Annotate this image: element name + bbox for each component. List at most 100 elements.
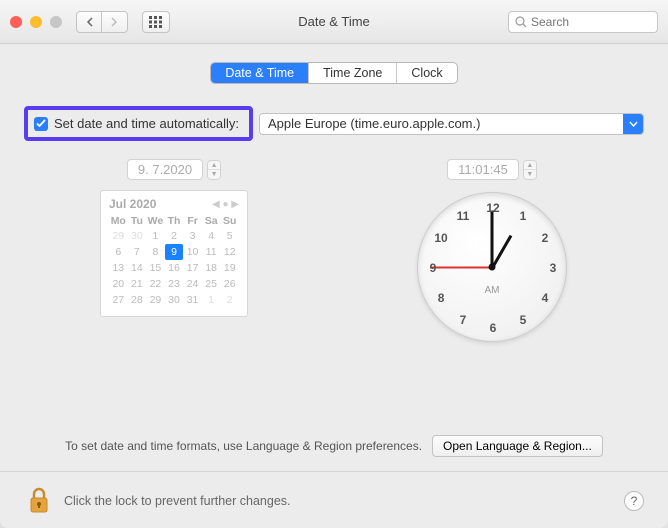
auto-highlight: Set date and time automatically: (24, 106, 253, 141)
zoom-button[interactable] (50, 16, 62, 28)
calendar-day[interactable]: 6 (109, 244, 128, 260)
auto-checkbox[interactable] (34, 117, 48, 131)
calendar-day[interactable]: 28 (128, 292, 147, 308)
calendar-day[interactable]: 21 (128, 276, 147, 292)
back-button[interactable] (76, 11, 102, 33)
calendar-day[interactable]: 22 (146, 276, 165, 292)
calendar-day[interactable]: 4 (202, 228, 221, 244)
calendar-nav[interactable]: ◀ ● ▶ (212, 199, 239, 210)
calendar-day[interactable]: 5 (220, 228, 239, 244)
date-stepper[interactable]: 9. 7.2020 ▲▼ (127, 159, 221, 180)
chevron-down-icon (623, 114, 643, 134)
calendar-day-other[interactable]: 30 (128, 228, 147, 244)
calendar-day[interactable]: 8 (146, 244, 165, 260)
tab-date-time[interactable]: Date & Time (211, 63, 309, 83)
formats-hint: To set date and time formats, use Langua… (65, 439, 422, 453)
lock-icon[interactable] (24, 484, 54, 518)
formats-row: To set date and time formats, use Langua… (24, 415, 644, 457)
clock-number: 3 (550, 261, 557, 275)
content-area: Date & Time Time Zone Clock Set date and… (0, 44, 668, 528)
search-input[interactable] (531, 15, 668, 29)
time-field[interactable]: 11:01:45 (447, 159, 519, 180)
nav-buttons (76, 11, 128, 33)
calendar-dow: Fr (183, 214, 202, 228)
calendar-day[interactable]: 11 (202, 244, 221, 260)
calendar-dow: Su (220, 214, 239, 228)
date-column: 9. 7.2020 ▲▼ Jul 2020 ◀ ● ▶ MoTuWeThFrSa… (24, 159, 324, 342)
show-all-button[interactable] (142, 11, 170, 33)
calendar-day[interactable]: 14 (128, 260, 147, 276)
tab-segment: Date & Time Time Zone Clock (210, 62, 457, 84)
open-language-region-button[interactable]: Open Language & Region... (432, 435, 603, 457)
clock-number: 11 (457, 209, 470, 223)
calendar-day[interactable]: 13 (109, 260, 128, 276)
clock-number: 5 (520, 313, 527, 327)
calendar-day[interactable]: 10 (183, 244, 202, 260)
time-column: 11:01:45 ▲▼ AM 121234567891011 (340, 159, 644, 342)
calendar-day[interactable]: 27 (109, 292, 128, 308)
tab-time-zone[interactable]: Time Zone (309, 63, 397, 83)
calendar-day[interactable]: 17 (183, 260, 202, 276)
time-server-dropdown[interactable]: Apple Europe (time.euro.apple.com.) (259, 113, 644, 135)
calendar-dow: Th (165, 214, 184, 228)
calendar-day-other[interactable]: 1 (202, 292, 221, 308)
calendar-day[interactable]: 30 (165, 292, 184, 308)
calendar-dow: Sa (202, 214, 221, 228)
close-button[interactable] (10, 16, 22, 28)
calendar-day[interactable]: 19 (220, 260, 239, 276)
calendar-day[interactable]: 7 (128, 244, 147, 260)
date-field[interactable]: 9. 7.2020 (127, 159, 203, 180)
lock-row: Click the lock to prevent further change… (24, 472, 644, 518)
date-stepper-buttons[interactable]: ▲▼ (207, 160, 221, 180)
calendar-day[interactable]: 20 (109, 276, 128, 292)
clock-number: 8 (438, 291, 445, 305)
calendar-day[interactable]: 29 (146, 292, 165, 308)
time-server-value: Apple Europe (time.euro.apple.com.) (260, 116, 623, 131)
analog-clock: AM 121234567891011 (417, 192, 567, 342)
calendar-day[interactable]: 3 (183, 228, 202, 244)
second-hand (430, 267, 492, 269)
clock-number: 4 (542, 291, 549, 305)
clock-number: 10 (434, 231, 447, 245)
clock-number: 9 (430, 261, 437, 275)
calendar-day[interactable]: 25 (202, 276, 221, 292)
window-controls (10, 16, 62, 28)
calendar-day-other[interactable]: 29 (109, 228, 128, 244)
time-stepper[interactable]: 11:01:45 ▲▼ (447, 159, 537, 180)
time-stepper-buttons[interactable]: ▲▼ (523, 160, 537, 180)
ampm-label: AM (485, 285, 500, 296)
calendar-day[interactable]: 12 (220, 244, 239, 260)
calendar-dow: Mo (109, 214, 128, 228)
tab-clock[interactable]: Clock (397, 63, 456, 83)
calendar-day[interactable]: 16 (165, 260, 184, 276)
calendar-day[interactable]: 18 (202, 260, 221, 276)
clock-number: 6 (490, 321, 497, 335)
calendar-grid: MoTuWeThFrSaSu29301234567891011121314151… (109, 214, 239, 308)
calendar-day[interactable]: 2 (165, 228, 184, 244)
calendar-day[interactable]: 26 (220, 276, 239, 292)
search-field[interactable] (508, 11, 658, 33)
auto-row: Set date and time automatically: Apple E… (24, 106, 644, 141)
calendar-day[interactable]: 9 (165, 244, 184, 260)
check-icon (36, 119, 46, 128)
titlebar: Date & Time (0, 0, 668, 44)
search-icon (515, 16, 527, 28)
calendar[interactable]: Jul 2020 ◀ ● ▶ MoTuWeThFrSaSu29301234567… (100, 190, 248, 317)
calendar-day[interactable]: 1 (146, 228, 165, 244)
prefs-window: Date & Time Date & Time Time Zone Clock … (0, 0, 668, 528)
calendar-dow: Tu (128, 214, 147, 228)
minimize-button[interactable] (30, 16, 42, 28)
calendar-day[interactable]: 15 (146, 260, 165, 276)
panels: 9. 7.2020 ▲▼ Jul 2020 ◀ ● ▶ MoTuWeThFrSa… (24, 159, 644, 342)
clock-number: 1 (520, 209, 527, 223)
calendar-day[interactable]: 24 (183, 276, 202, 292)
minute-hand (491, 211, 494, 269)
forward-button[interactable] (102, 11, 128, 33)
calendar-day[interactable]: 23 (165, 276, 184, 292)
calendar-day-other[interactable]: 2 (220, 292, 239, 308)
calendar-title: Jul 2020 (109, 197, 156, 211)
clock-number: 12 (486, 201, 499, 215)
auto-label: Set date and time automatically: (54, 116, 239, 131)
help-button[interactable]: ? (624, 491, 644, 511)
calendar-day[interactable]: 31 (183, 292, 202, 308)
